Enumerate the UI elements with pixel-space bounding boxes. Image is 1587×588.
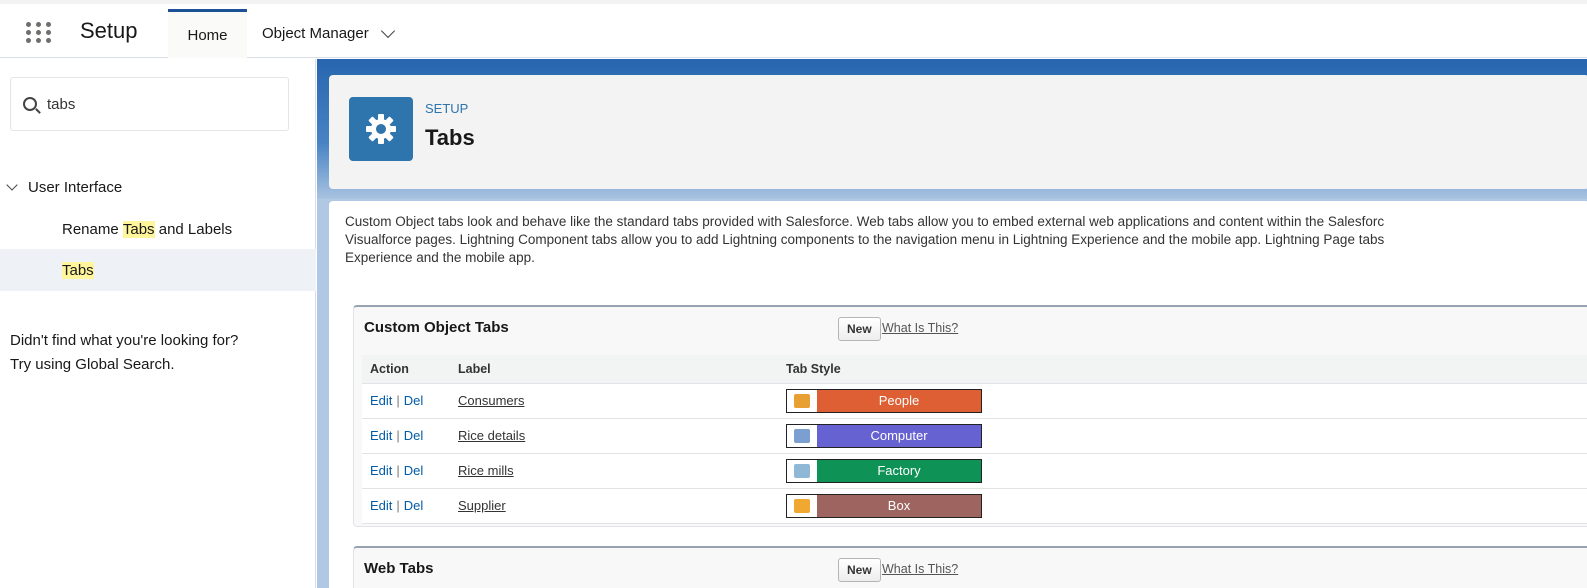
separator: |	[396, 498, 400, 513]
action-cell: Edit | Del	[362, 383, 450, 419]
tab-style-cell: Box	[778, 488, 1587, 524]
label-cell: Consumers	[450, 383, 778, 419]
help-line-2: Try using Global Search.	[10, 356, 175, 373]
column-header-tab-style: Tab Style	[778, 355, 1587, 384]
separator: |	[396, 463, 400, 478]
section-title: Web Tabs	[364, 560, 434, 577]
custom-object-tabs-section: Custom Object Tabs New What Is This? Act…	[353, 305, 1587, 527]
tab-style-name: Factory	[817, 459, 981, 482]
delete-link[interactable]: Del	[404, 463, 424, 478]
tab-style-swatch: Computer	[786, 423, 982, 448]
action-cell: Edit | Del	[362, 488, 450, 524]
sidebar-item-tabs[interactable]: Tabs	[0, 249, 316, 291]
search-highlight: Tabs	[122, 220, 155, 238]
column-header-action: Action	[362, 355, 450, 384]
what-is-this-link[interactable]: What Is This?	[882, 321, 958, 335]
breadcrumb: SETUP	[425, 101, 469, 116]
edit-link[interactable]: Edit	[370, 393, 392, 408]
description-line-2: Visualforce pages. Lightning Component t…	[345, 232, 1385, 247]
quick-find-search[interactable]	[10, 77, 289, 131]
page-description: Custom Object tabs look and behave like …	[345, 213, 1587, 267]
app-launcher-icon[interactable]	[26, 22, 56, 46]
computer-icon	[787, 424, 817, 447]
what-is-this-link[interactable]: What Is This?	[882, 562, 958, 576]
factory-icon	[787, 459, 817, 482]
edit-link[interactable]: Edit	[370, 428, 392, 443]
table-row: Edit | Del Supplier Box	[362, 488, 1587, 524]
description-line-1: Custom Object tabs look and behave like …	[345, 214, 1385, 229]
box-icon	[787, 494, 817, 517]
setup-gear-icon	[349, 97, 413, 161]
tree-group-user-interface[interactable]: User Interface	[6, 179, 122, 196]
web-tabs-section: Web Tabs New What Is This?	[353, 546, 1587, 588]
search-icon	[23, 97, 37, 111]
help-line-1: Didn't find what you're looking for?	[10, 332, 239, 349]
tab-style-cell: Computer	[778, 418, 1587, 454]
tab-label-link[interactable]: Consumers	[458, 393, 524, 408]
description-line-3: Experience and the mobile app.	[345, 250, 535, 265]
label-cell: Rice details	[450, 418, 778, 454]
tab-style-swatch: People	[786, 388, 982, 413]
chevron-down-icon	[6, 179, 18, 191]
delete-link[interactable]: Del	[404, 428, 424, 443]
separator: |	[396, 428, 400, 443]
page-header: SETUP Tabs	[329, 75, 1587, 189]
help-text: Didn't find what you're looking for? Try…	[10, 329, 238, 377]
table-row: Edit | Del Consumers People	[362, 383, 1587, 419]
search-highlight: Tabs	[62, 261, 94, 279]
table-header-row: Action Label Tab Style	[362, 355, 1587, 384]
tab-style-name: People	[817, 389, 981, 412]
column-header-label: Label	[450, 355, 778, 384]
section-title: Custom Object Tabs	[364, 319, 509, 336]
tab-home[interactable]: Home	[168, 9, 247, 58]
tab-style-name: Computer	[817, 424, 981, 447]
table-row: Edit | Del Rice details Computer	[362, 418, 1587, 454]
setup-sidebar: User Interface Rename Tabs and Labels Ta…	[0, 59, 316, 588]
quick-find-input[interactable]	[47, 95, 267, 113]
table-row: Edit | Del Rice mills Factory	[362, 453, 1587, 489]
chevron-down-icon[interactable]	[380, 23, 395, 38]
tab-style-swatch: Box	[786, 493, 982, 518]
tab-style-name: Box	[817, 494, 981, 517]
tab-label-link[interactable]: Rice details	[458, 428, 525, 443]
tab-home-label: Home	[187, 26, 228, 44]
action-cell: Edit | Del	[362, 418, 450, 454]
sidebar-item-label-post: and Labels	[154, 220, 233, 238]
action-cell: Edit | Del	[362, 453, 450, 489]
edit-link[interactable]: Edit	[370, 498, 392, 513]
tab-style-swatch: Factory	[786, 458, 982, 483]
label-cell: Supplier	[450, 488, 778, 524]
separator: |	[396, 393, 400, 408]
sidebar-item-label-pre: Rename	[62, 220, 123, 238]
tree-group-label: User Interface	[28, 179, 123, 196]
tab-object-manager-label: Object Manager	[262, 25, 369, 42]
tab-style-cell: People	[778, 383, 1587, 419]
global-header: Setup Home Object Manager	[0, 0, 1587, 58]
main-content: SETUP Tabs Custom Object tabs look and b…	[317, 59, 1587, 588]
delete-link[interactable]: Del	[404, 498, 424, 513]
tab-label-link[interactable]: Rice mills	[458, 463, 514, 478]
page-title: Tabs	[425, 125, 475, 150]
tab-object-manager[interactable]: Object Manager	[262, 9, 395, 58]
app-title: Setup	[80, 18, 138, 43]
delete-link[interactable]: Del	[404, 393, 424, 408]
header-top-strip	[0, 0, 1587, 4]
custom-object-tabs-table: Action Label Tab Style Edit | Del Consumer…	[362, 355, 1587, 524]
label-cell: Rice mills	[450, 453, 778, 489]
tab-style-cell: Factory	[778, 453, 1587, 489]
edit-link[interactable]: Edit	[370, 463, 392, 478]
people-icon	[787, 389, 817, 412]
new-web-tab-button[interactable]: New	[838, 558, 881, 582]
new-custom-object-tab-button[interactable]: New	[838, 317, 881, 341]
sidebar-item-rename-tabs-and-labels[interactable]: Rename Tabs and Labels	[0, 208, 316, 250]
tabs-content-panel: Custom Object tabs look and behave like …	[329, 201, 1587, 588]
tab-label-link[interactable]: Supplier	[458, 498, 506, 513]
